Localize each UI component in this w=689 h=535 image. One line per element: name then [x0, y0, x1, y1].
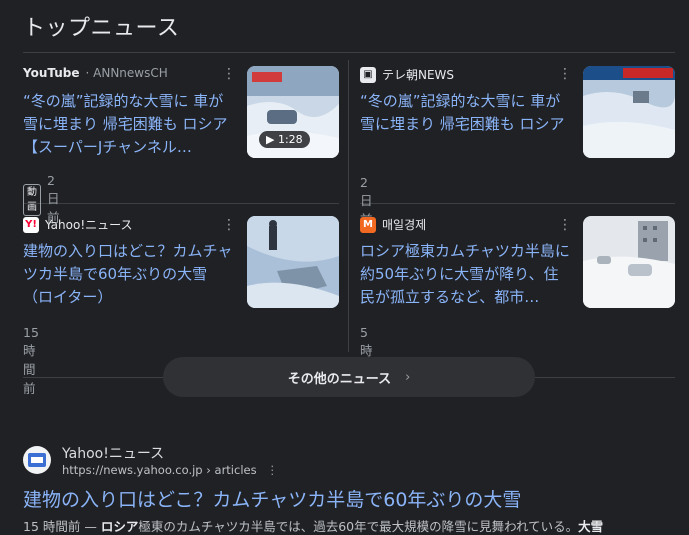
video-badge: 動画 — [23, 183, 41, 216]
divider — [360, 203, 675, 204]
card-thumbnail[interactable] — [583, 66, 675, 158]
snow-scene-image — [583, 216, 675, 308]
result-title[interactable]: 建物の入り口はどこ？カムチャツカ半島で60年ぶりの大雪 — [23, 485, 521, 512]
video-duration: ▶ 1:28 — [259, 131, 310, 148]
card-headline[interactable]: “冬の嵐”記録的な大雪に 車が雪に埋まり 帰宅困難も ロシア — [360, 90, 572, 159]
card-headline[interactable]: 建物の入り口はどこ？カムチャツカ半島で60年ぶりの大雪（ロイター） — [23, 240, 235, 309]
tvasahi-logo-icon: ▣ — [360, 66, 376, 83]
more-options-icon[interactable]: ⋮ — [222, 216, 236, 234]
card-meta: 15 時間前 — [23, 325, 39, 397]
site-favicon-icon — [23, 446, 51, 474]
card-source: M 매일경제 — [360, 216, 426, 233]
yahoo-favicon-image — [28, 453, 46, 467]
result-site-name[interactable]: Yahoo!ニュース — [62, 443, 164, 463]
source-name: 매일경제 — [382, 218, 427, 232]
card-headline[interactable]: “冬の嵐”記録的な大雪に 車が雪に埋まり 帰宅困難も ロシア【スーパーJチャンネ… — [23, 90, 235, 159]
source-name: Yahoo!ニュース — [45, 218, 133, 232]
snippet-highlight: 大雪 — [578, 519, 604, 534]
maeil-logo-icon: M — [360, 216, 376, 233]
divider — [23, 203, 339, 204]
section-title: トップニュース — [23, 16, 180, 41]
more-options-icon[interactable]: ⋮ — [222, 65, 236, 83]
chevron-right-icon: › — [405, 369, 411, 385]
snippet-text: 極東のカムチャツカ半島では、過去60年で最大規模の降雪に見舞われている。 — [138, 519, 579, 534]
more-news-button[interactable]: その他のニュース › — [163, 357, 535, 397]
snippet-highlight: ロシア — [100, 519, 139, 534]
yahoo-logo-icon: Y! — [23, 216, 39, 233]
more-options-icon[interactable]: ⋮ — [267, 463, 279, 477]
result-url-text: https://news.yahoo.co.jp › articles — [62, 463, 257, 477]
snippet-time: 15 時間前 — — [23, 519, 101, 534]
source-name: テレ朝NEWS — [382, 68, 455, 82]
source-name: YouTube — [23, 66, 80, 80]
card-source: ▣ テレ朝NEWS — [360, 66, 454, 83]
card-thumbnail[interactable] — [583, 216, 675, 308]
result-url[interactable]: https://news.yahoo.co.jp › articles ⋮ — [62, 463, 278, 477]
source-channel: · ANNnewsCH — [85, 66, 168, 80]
snow-scene-image — [583, 66, 675, 158]
divider — [23, 52, 675, 53]
card-source: Y! Yahoo!ニュース — [23, 216, 133, 233]
card-thumbnail[interactable] — [247, 216, 339, 308]
card-source: YouTube · ANNnewsCH — [23, 66, 168, 80]
column-divider — [348, 60, 349, 352]
more-news-label: その他のニュース — [287, 371, 392, 387]
card-thumbnail[interactable]: ▶ 1:28 — [247, 66, 339, 158]
result-snippet: 15 時間前 — ロシア極東のカムチャツカ半島では、過去60年で最大規模の降雪に… — [23, 516, 603, 535]
card-headline[interactable]: ロシア極東カムチャツカ半島に約50年ぶりに大雪が降り、住民が孤立するなど、都市… — [360, 240, 572, 309]
card-time: 15 時間前 — [23, 325, 39, 396]
more-options-icon[interactable]: ⋮ — [558, 216, 572, 234]
snow-scene-image — [247, 216, 339, 308]
more-options-icon[interactable]: ⋮ — [558, 65, 572, 83]
